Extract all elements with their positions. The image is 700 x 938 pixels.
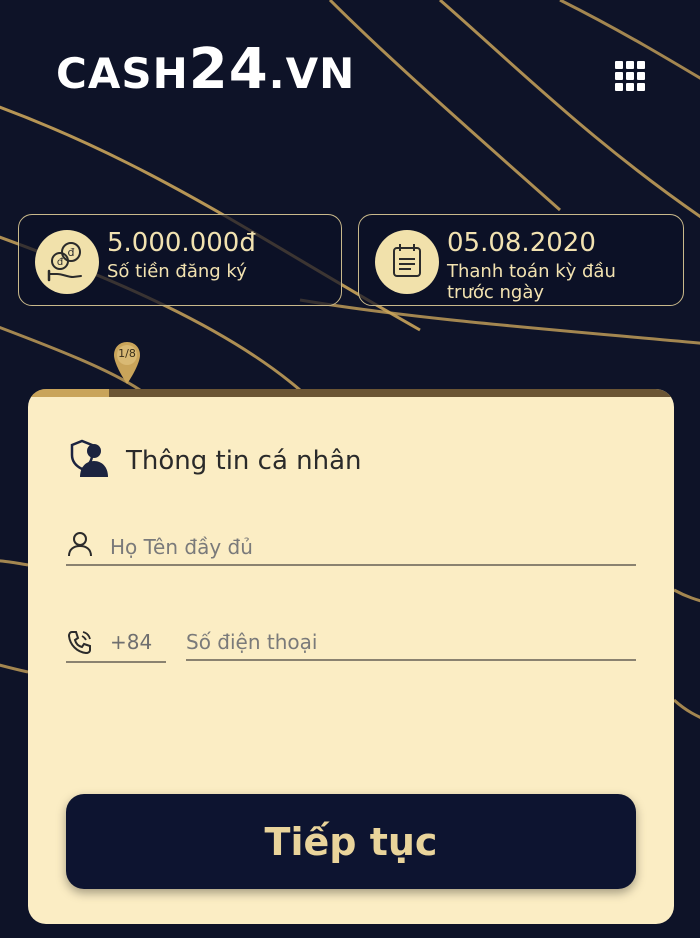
- cash24-logo[interactable]: CASH24.VN: [56, 42, 355, 102]
- phone-icon: [67, 631, 91, 655]
- person-icon: [68, 532, 92, 557]
- loan-amount-card: đ đ 5.000.000đ Số tiền đăng ký: [18, 214, 342, 306]
- app-header: CASH24.VN: [0, 0, 700, 120]
- money-bag-hand-icon: đ đ: [35, 230, 99, 294]
- first-payment-card: 05.08.2020 Thanh toán kỳ đầu trước ngày: [358, 214, 684, 306]
- full-name-underline: [66, 564, 636, 566]
- svg-text:đ: đ: [57, 257, 64, 268]
- personal-info-form: Thông tin cá nhân +84 Tiếp tục: [28, 389, 674, 924]
- user-shield-icon: [70, 439, 108, 477]
- first-payment-label: Thanh toán kỳ đầu trước ngày: [447, 261, 616, 303]
- phone-number-underline: [186, 659, 636, 661]
- grid-menu-icon[interactable]: [612, 58, 648, 94]
- phone-number-input[interactable]: [186, 627, 636, 657]
- continue-button[interactable]: Tiếp tục: [66, 794, 636, 889]
- first-payment-date: 05.08.2020: [447, 228, 596, 258]
- calendar-icon: [375, 230, 439, 294]
- progress-step-text: 1/8: [118, 347, 136, 360]
- progress-fill: [28, 389, 109, 397]
- country-code[interactable]: +84: [110, 627, 152, 657]
- full-name-input[interactable]: [110, 532, 630, 562]
- logo-text-vn: .VN: [268, 49, 356, 98]
- loan-amount-label: Số tiền đăng ký: [107, 261, 247, 282]
- progress-step-pin: 1/8: [112, 340, 142, 386]
- progress-track: [28, 389, 674, 397]
- logo-text-24: 24: [188, 37, 269, 102]
- section-title: Thông tin cá nhân: [126, 446, 362, 476]
- svg-text:đ: đ: [68, 246, 75, 259]
- loan-amount-value: 5.000.000đ: [107, 228, 256, 258]
- logo-text-cash: CASH: [56, 49, 189, 98]
- country-code-underline: [66, 661, 166, 663]
